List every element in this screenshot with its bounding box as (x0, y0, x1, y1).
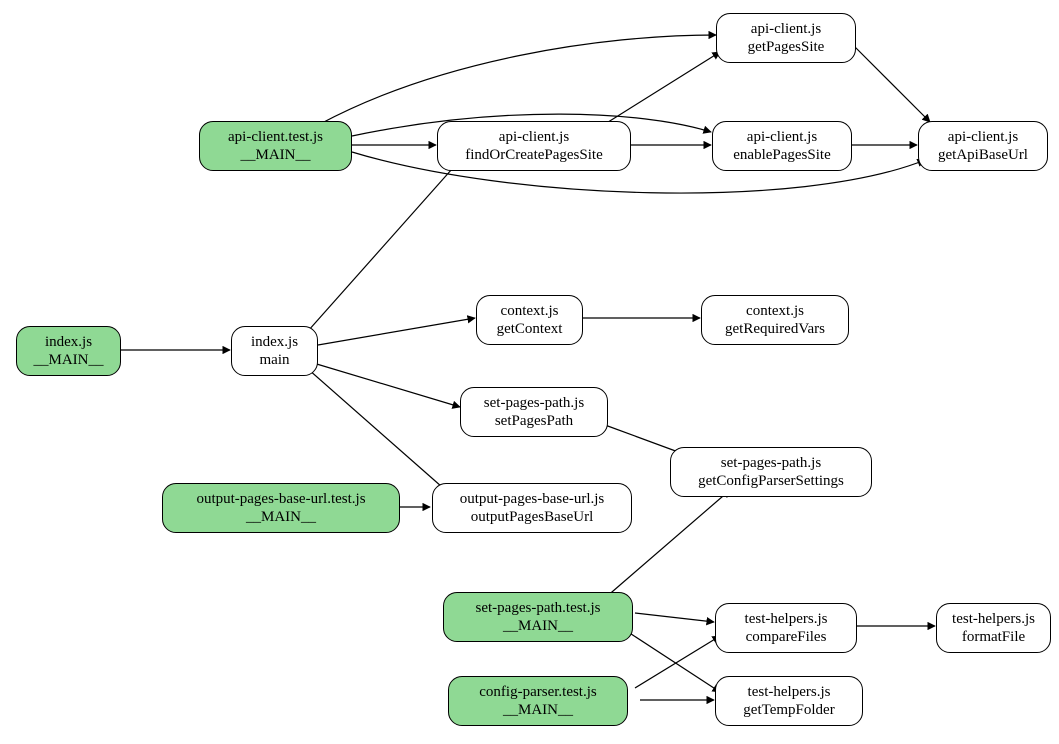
node-index-main[interactable]: index.js main (231, 326, 318, 376)
node-line2: __MAIN__ (461, 701, 615, 719)
node-output-base-url-test[interactable]: output-pages-base-url.test.js __MAIN__ (162, 483, 400, 533)
node-line1: api-client.js (450, 128, 618, 146)
node-line2: outputPagesBaseUrl (445, 508, 619, 526)
node-set-pages-test[interactable]: set-pages-path.test.js __MAIN__ (443, 592, 633, 642)
node-helpers-format[interactable]: test-helpers.js formatFile (936, 603, 1051, 653)
node-line2: __MAIN__ (29, 351, 108, 369)
node-line1: context.js (489, 302, 570, 320)
node-helpers-tempfolder[interactable]: test-helpers.js getTempFolder (715, 676, 863, 726)
node-helpers-compare[interactable]: test-helpers.js compareFiles (715, 603, 857, 653)
node-api-get-base-url[interactable]: api-client.js getApiBaseUrl (918, 121, 1048, 171)
node-line2: getTempFolder (728, 701, 850, 719)
node-api-enable-pages-site[interactable]: api-client.js enablePagesSite (712, 121, 852, 171)
node-line2: formatFile (949, 628, 1038, 646)
node-line2: enablePagesSite (725, 146, 839, 164)
node-line2: getRequiredVars (714, 320, 836, 338)
node-line2: getContext (489, 320, 570, 338)
node-line1: context.js (714, 302, 836, 320)
diagram-canvas: index.js __MAIN__ index.js main api-clie… (0, 0, 1059, 744)
node-line1: test-helpers.js (949, 610, 1038, 628)
node-line2: findOrCreatePagesSite (450, 146, 618, 164)
node-api-find-or-create[interactable]: api-client.js findOrCreatePagesSite (437, 121, 631, 171)
node-line1: output-pages-base-url.js (445, 490, 619, 508)
node-api-client-test[interactable]: api-client.test.js __MAIN__ (199, 121, 352, 171)
node-line2: getConfigParserSettings (683, 472, 859, 490)
node-line1: set-pages-path.test.js (456, 599, 620, 617)
node-line2: setPagesPath (473, 412, 595, 430)
node-line2: getPagesSite (729, 38, 843, 56)
node-line1: api-client.js (725, 128, 839, 146)
node-line2: getApiBaseUrl (931, 146, 1035, 164)
node-line2: compareFiles (728, 628, 844, 646)
node-line1: index.js (29, 333, 108, 351)
node-api-get-pages-site[interactable]: api-client.js getPagesSite (716, 13, 856, 63)
node-index-main-entry[interactable]: index.js __MAIN__ (16, 326, 121, 376)
node-context-required[interactable]: context.js getRequiredVars (701, 295, 849, 345)
node-line1: api-client.js (729, 20, 843, 38)
node-line2: __MAIN__ (212, 146, 339, 164)
node-line2: __MAIN__ (175, 508, 387, 526)
node-set-pages-path[interactable]: set-pages-path.js setPagesPath (460, 387, 608, 437)
node-line1: set-pages-path.js (683, 454, 859, 472)
node-line1: test-helpers.js (728, 683, 850, 701)
node-line1: output-pages-base-url.test.js (175, 490, 387, 508)
node-config-parser-test[interactable]: config-parser.test.js __MAIN__ (448, 676, 628, 726)
node-line1: config-parser.test.js (461, 683, 615, 701)
node-set-pages-config[interactable]: set-pages-path.js getConfigParserSetting… (670, 447, 872, 497)
node-line1: api-client.test.js (212, 128, 339, 146)
node-output-base-url[interactable]: output-pages-base-url.js outputPagesBase… (432, 483, 632, 533)
node-line2: __MAIN__ (456, 617, 620, 635)
node-context-get[interactable]: context.js getContext (476, 295, 583, 345)
node-line1: index.js (244, 333, 305, 351)
node-line1: test-helpers.js (728, 610, 844, 628)
node-line2: main (244, 351, 305, 369)
node-line1: api-client.js (931, 128, 1035, 146)
node-line1: set-pages-path.js (473, 394, 595, 412)
